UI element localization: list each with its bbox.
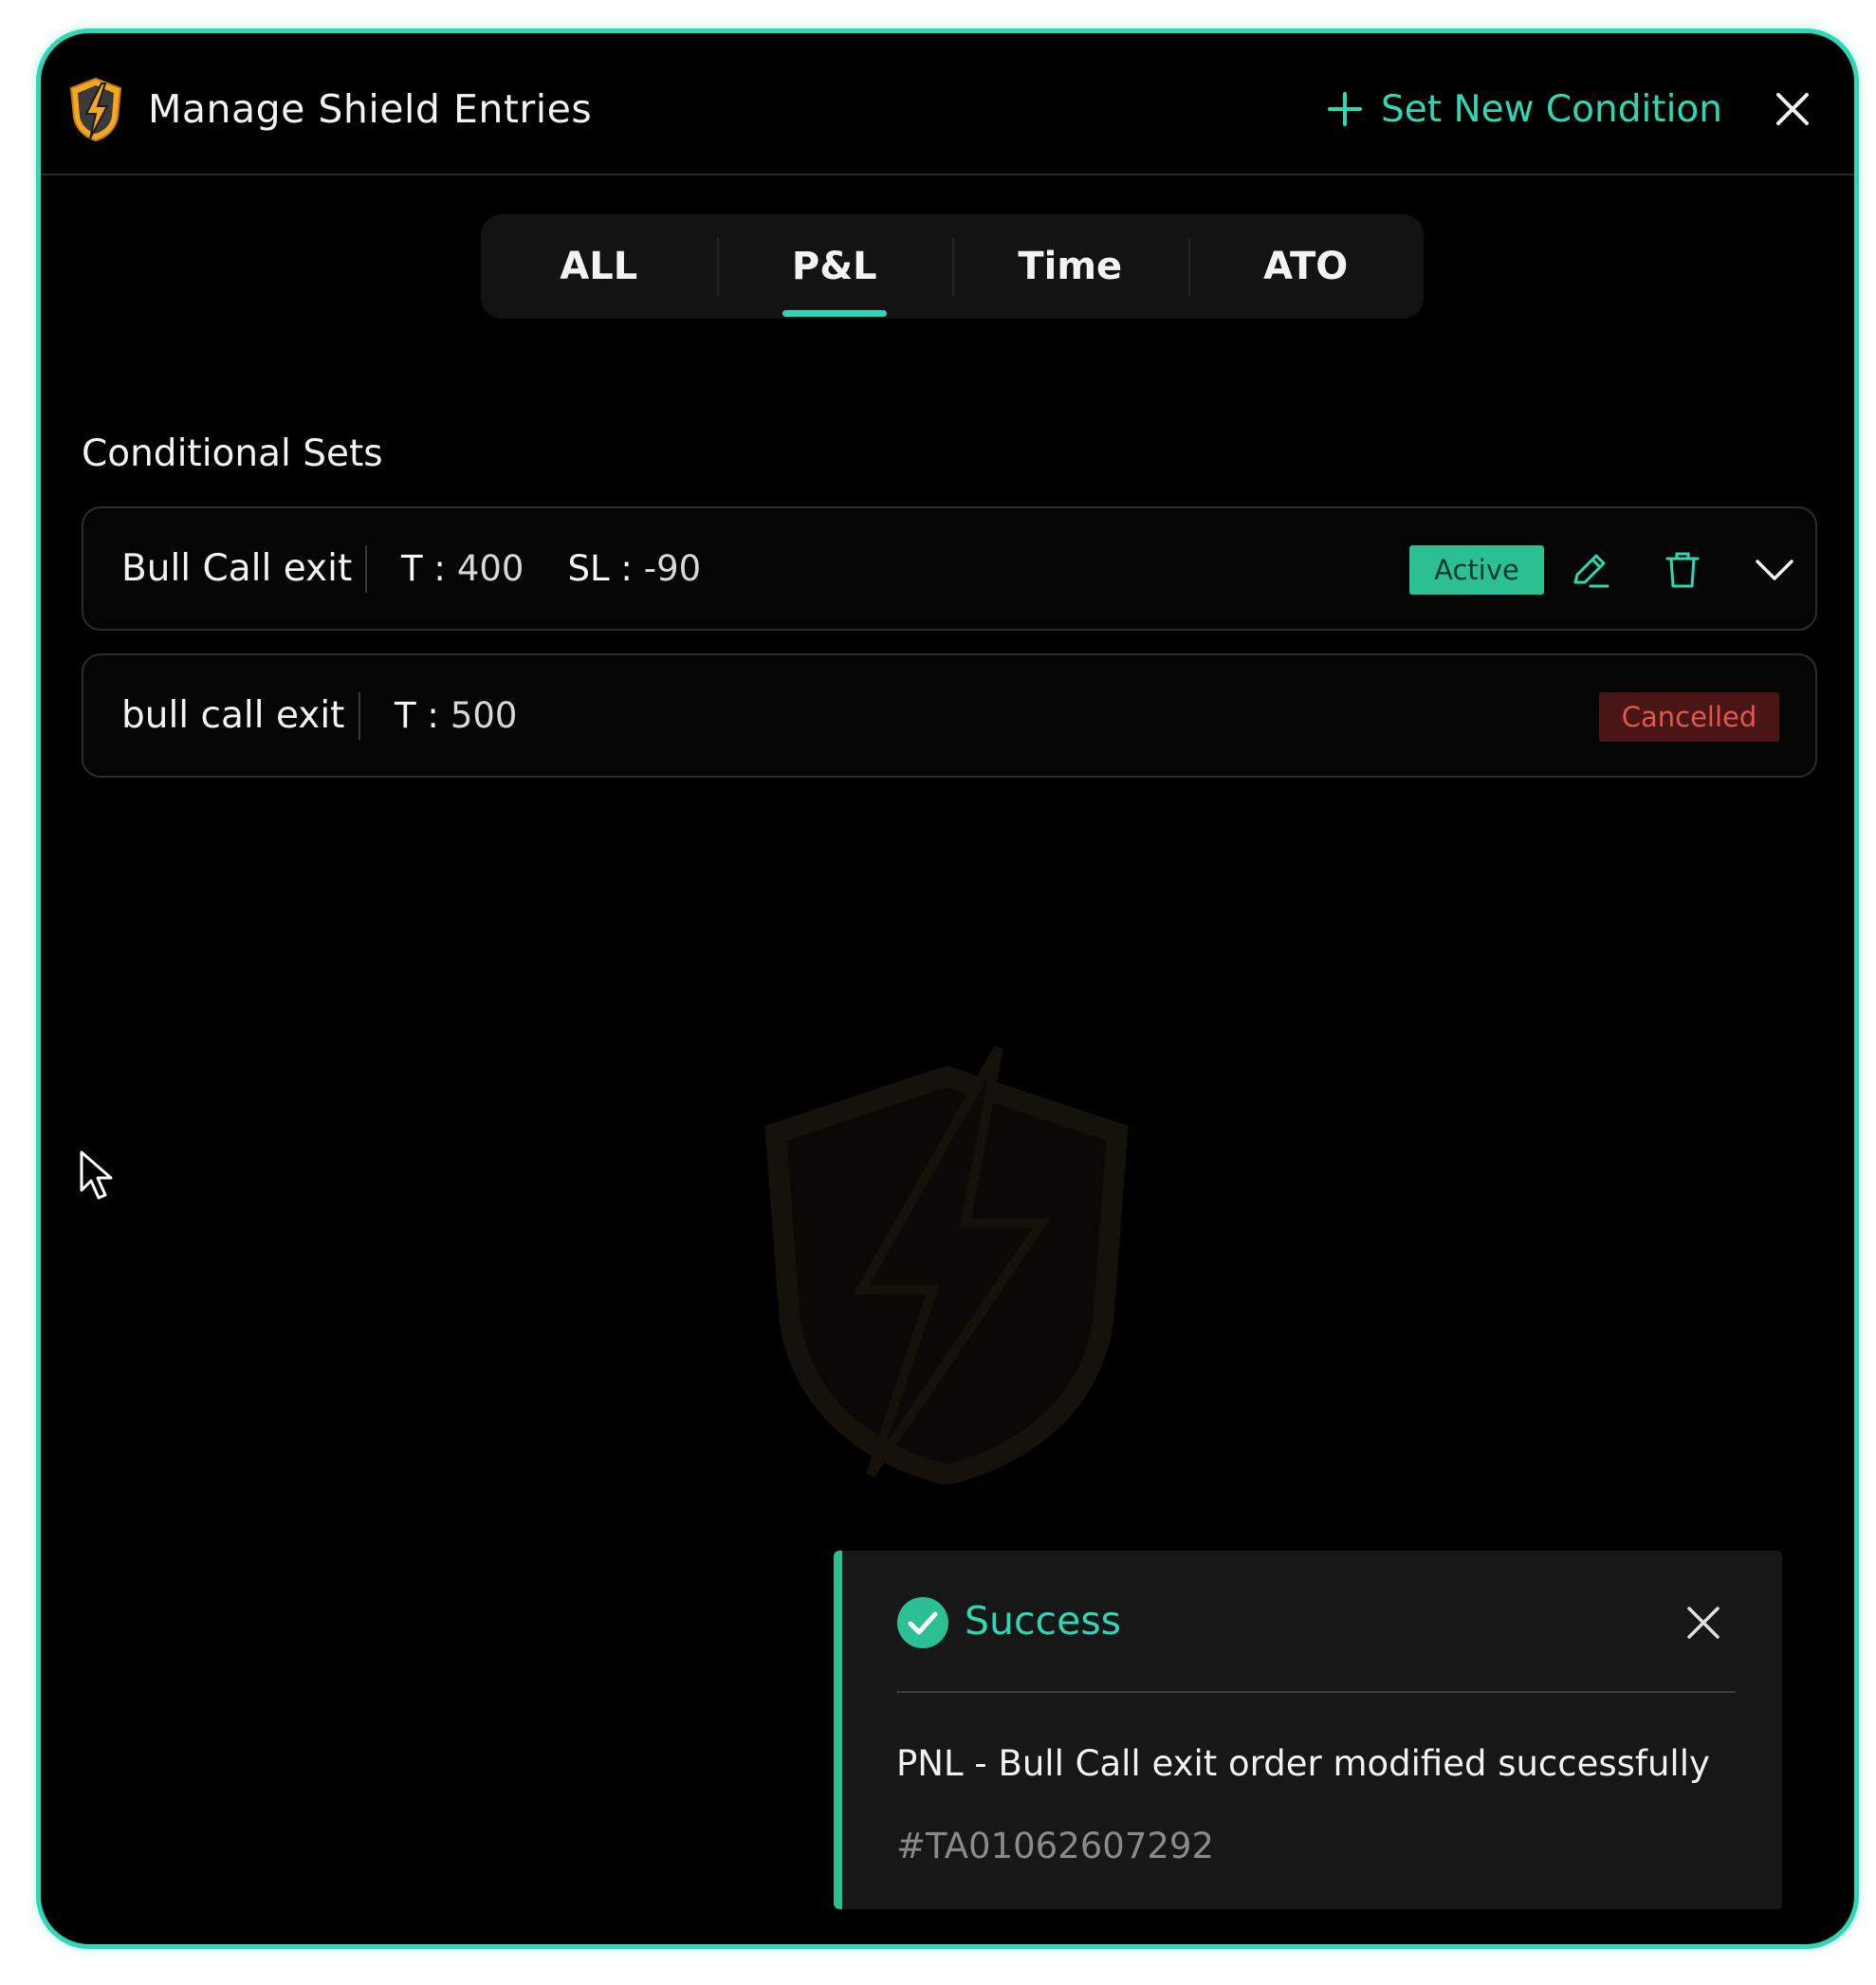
- pencil-icon[interactable]: [1568, 548, 1611, 592]
- plus-icon: [1328, 92, 1362, 126]
- tab-time[interactable]: Time: [952, 214, 1188, 319]
- mouse-cursor-icon: [80, 1150, 113, 1200]
- shield-bolt-icon: [764, 1045, 1129, 1484]
- row-divider: [359, 692, 360, 740]
- check-circle-icon: [897, 1597, 948, 1648]
- target-label: T :: [395, 695, 439, 736]
- target-value: 400: [456, 548, 524, 589]
- close-icon[interactable]: [1684, 1604, 1722, 1642]
- stoploss-label: SL :: [567, 548, 633, 589]
- toast-message: PNL - Bull Call exit order modified succ…: [896, 1743, 1710, 1784]
- tab-all[interactable]: ALL: [481, 214, 717, 319]
- trash-icon[interactable]: [1661, 548, 1704, 592]
- modal-header: Manage Shield Entries Set New Condition: [41, 33, 1854, 175]
- condition-values: T : 500: [395, 655, 517, 776]
- filter-tabs: ALL P&L Time ATO: [481, 214, 1424, 319]
- success-toast: Success PNL - Bull Call exit order modif…: [834, 1551, 1782, 1909]
- set-new-condition-button[interactable]: Set New Condition: [1326, 83, 1722, 136]
- status-badge: Active: [1409, 545, 1544, 595]
- section-title: Conditional Sets: [82, 432, 383, 475]
- row-divider: [365, 545, 367, 593]
- condition-name: bull call exit: [121, 694, 345, 737]
- chevron-down-icon[interactable]: [1753, 548, 1796, 592]
- close-icon[interactable]: [1773, 89, 1812, 129]
- condition-name: Bull Call exit: [121, 547, 353, 590]
- tab-ato[interactable]: ATO: [1187, 214, 1425, 319]
- condition-row[interactable]: Bull Call exit T : 400 SL : -90 Active: [82, 506, 1817, 631]
- order-id: #TA01062607292: [896, 1826, 1214, 1866]
- set-new-condition-label: Set New Condition: [1381, 87, 1723, 131]
- modal-title: Manage Shield Entries: [148, 86, 593, 132]
- toast-divider: [896, 1691, 1736, 1693]
- condition-values: T : 400 SL : -90: [401, 508, 701, 629]
- target-value: 500: [450, 695, 518, 736]
- target-label: T :: [401, 548, 446, 589]
- toast-title: Success: [965, 1598, 1122, 1644]
- stoploss-value: -90: [643, 548, 702, 589]
- shield-entries-modal: Manage Shield Entries Set New Condition …: [36, 28, 1859, 1949]
- condition-row[interactable]: bull call exit T : 500 Cancelled: [82, 653, 1817, 778]
- status-badge: Cancelled: [1599, 692, 1779, 742]
- tab-pnl[interactable]: P&L: [716, 214, 953, 319]
- shield-bolt-icon: [69, 77, 122, 142]
